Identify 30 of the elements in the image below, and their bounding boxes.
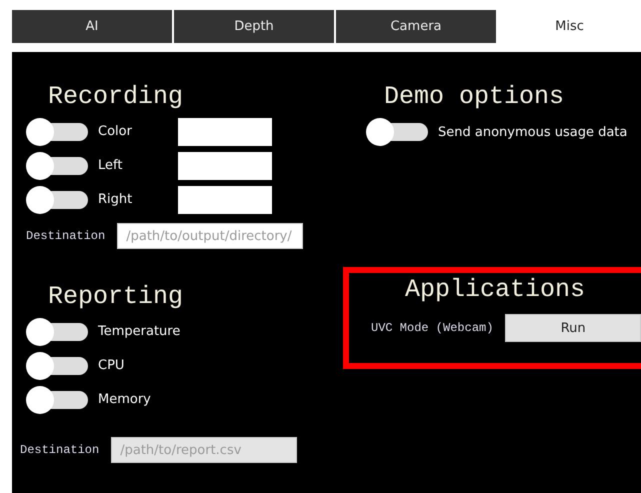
section-title: Recording (47, 82, 184, 111)
tab[interactable]: Depth (174, 10, 334, 43)
toggle-label: Memory (98, 391, 152, 409)
run-button[interactable]: Run (505, 314, 641, 342)
section-title: Applications (404, 275, 586, 304)
toggle-switch[interactable] (26, 352, 88, 380)
toggle-switch[interactable] (366, 118, 428, 146)
app-label: UVC Mode (Webcam) (371, 321, 494, 335)
destination-field[interactable]: /path/to/report.csv (111, 437, 298, 463)
destination-field[interactable]: /path/to/output/directory/ (117, 223, 304, 249)
tab[interactable]: Camera (336, 10, 496, 43)
toggle-label: Right (98, 191, 134, 209)
toggle-label: Temperature (98, 323, 180, 341)
toggle-switch[interactable] (26, 152, 88, 180)
toggle-label: Send anonymous usage data (438, 124, 628, 140)
input-field[interactable] (178, 118, 272, 146)
toggle-switch[interactable] (26, 186, 88, 214)
input-field[interactable] (178, 152, 272, 180)
tab[interactable]: AI (12, 10, 172, 43)
toggle-label: Color (98, 123, 133, 141)
destination-label: Destination (20, 443, 100, 457)
toggle-switch[interactable] (26, 386, 88, 414)
input-field[interactable] (178, 186, 272, 214)
toggle-switch[interactable] (26, 118, 88, 146)
toggle-label: CPU (98, 357, 126, 375)
toggle-label: Left (98, 157, 124, 175)
destination-label: Destination (26, 229, 106, 243)
section-title: Reporting (47, 282, 184, 311)
toggle-switch[interactable] (26, 318, 88, 346)
section-title: Demo options (383, 82, 566, 111)
